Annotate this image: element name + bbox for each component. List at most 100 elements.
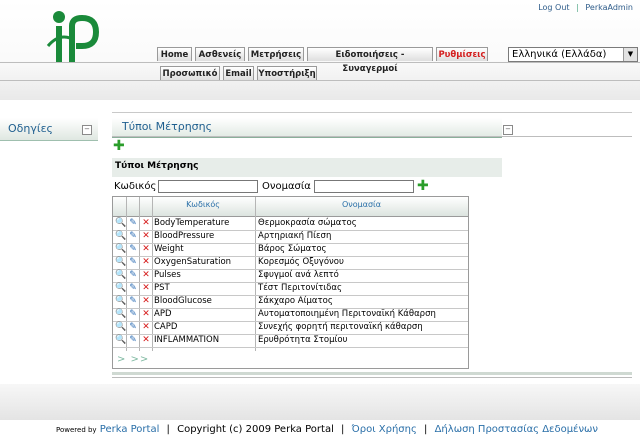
logout-link[interactable]: Log Out — [538, 3, 569, 12]
edit-icon[interactable]: ✎ — [128, 218, 138, 228]
code-cell: BodyTemperature — [154, 218, 230, 228]
top-links-separator: | — [576, 3, 579, 12]
pager-next[interactable]: > >> — [117, 354, 149, 365]
column-header-code[interactable]: Κωδικός — [153, 200, 253, 209]
code-cell: Pulses — [154, 270, 181, 280]
view-icon[interactable]: 🔍 — [115, 283, 126, 293]
footer-band — [0, 384, 640, 420]
table-row: 🔍 ✎ ✕ CAPD Συνεχής φορητή περιτοναϊκή κάθαρσ… — [113, 321, 468, 335]
edit-icon[interactable]: ✎ — [128, 283, 138, 293]
perka-portal-link[interactable]: Perka Portal — [100, 424, 160, 435]
name-cell: Ερυθρότητα Στομίου — [258, 335, 348, 345]
view-icon[interactable]: 🔍 — [115, 322, 126, 332]
terms-of-use-link[interactable]: Όροι Χρήσης — [352, 424, 417, 435]
delete-icon[interactable]: ✕ — [141, 231, 151, 241]
content-panel-title: Τύποι Μέτρησης — [122, 120, 213, 133]
name-cell: Συνεχής φορητή περιτοναϊκή κάθαρση — [258, 322, 423, 332]
code-cell: Weight — [154, 244, 184, 254]
language-select[interactable]: Ελληνικά (Ελλάδα) ▼ — [508, 47, 638, 62]
add-measurement-type-icon[interactable]: ✚ — [113, 139, 125, 153]
copyright-text: Copyright (c) 2009 Perka Portal — [177, 424, 334, 435]
view-icon[interactable]: 🔍 — [115, 244, 126, 254]
delete-icon[interactable]: ✕ — [141, 218, 151, 228]
delete-icon[interactable]: ✕ — [141, 335, 151, 345]
edit-icon[interactable]: ✎ — [128, 270, 138, 280]
name-cell: Τέστ Περιτονίτιδας — [258, 283, 342, 293]
table-row: 🔍 ✎ ✕ Weight Βάρος Σώματος — [113, 243, 468, 257]
name-cell: Κορεσμός Οξυγόνου — [258, 257, 344, 267]
apply-filter-icon[interactable]: ✚ — [417, 179, 429, 193]
filter-section-title: Τύποι Μέτρησης — [115, 161, 199, 171]
tab-support[interactable]: Υποστήριξη — [257, 66, 317, 80]
edit-icon[interactable]: ✎ — [128, 244, 138, 254]
powered-by-label: Powered by — [56, 426, 97, 434]
collapse-icon[interactable]: − — [503, 125, 513, 135]
code-cell: BloodPressure — [154, 231, 215, 241]
edit-icon[interactable]: ✎ — [128, 309, 138, 319]
name-cell: Σάκχαρο Αίματος — [258, 296, 333, 306]
privacy-statement-link[interactable]: Δήλωση Προστασίας Δεδομένων — [435, 424, 598, 435]
measurement-types-table: Κωδικός Ονομασία 🔍 ✎ ✕ BodyTemperature Θερμο… — [112, 196, 469, 369]
content-bottom-bar — [112, 372, 632, 375]
view-icon[interactable]: 🔍 — [115, 270, 126, 280]
delete-icon[interactable]: ✕ — [141, 322, 151, 332]
code-cell: BloodGlucose — [154, 296, 212, 306]
code-cell: PST — [154, 283, 170, 293]
delete-icon[interactable]: ✕ — [141, 283, 151, 293]
table-row: 🔍 ✎ ✕ BodyTemperature Θερμοκρασία σώματος — [113, 217, 468, 231]
code-filter-label: Κωδικός — [114, 181, 157, 192]
edit-icon[interactable]: ✎ — [128, 257, 138, 267]
name-cell: Σφυγμοί ανά λεπτό — [258, 270, 339, 280]
header: Log Out | PerkaAdmin Home Ασθενείς Μετρή… — [0, 0, 640, 100]
top-links: Log Out | PerkaAdmin — [538, 3, 633, 12]
name-filter-label: Ονομασία — [262, 181, 311, 192]
view-icon[interactable]: 🔍 — [115, 296, 126, 306]
collapse-icon[interactable]: − — [82, 125, 92, 135]
perka-logo — [46, 11, 100, 62]
table-row: 🔍 ✎ ✕ INFLAMMATION Ερυθρότητα Στομίου — [113, 334, 468, 348]
delete-icon[interactable]: ✕ — [141, 309, 151, 319]
table-row: 🔍 ✎ ✕ Pulses Σφυγμοί ανά λεπτό — [113, 269, 468, 283]
view-icon[interactable]: 🔍 — [115, 257, 126, 267]
name-cell: Βάρος Σώματος — [258, 244, 327, 254]
edit-icon[interactable]: ✎ — [128, 322, 138, 332]
tab-staff[interactable]: Προσωπικό — [160, 66, 220, 80]
instructions-panel-header: Οδηγίες − — [0, 118, 98, 141]
delete-icon[interactable]: ✕ — [141, 244, 151, 254]
view-icon[interactable]: 🔍 — [115, 231, 126, 241]
name-cell: Αρτηριακή Πίεση — [258, 231, 332, 241]
footer-text: Powered by Perka Portal | Copyright (c) … — [56, 424, 598, 435]
filter-section-header: Τύποι Μέτρησης — [112, 158, 502, 177]
name-filter-input[interactable] — [314, 180, 414, 193]
delete-icon[interactable]: ✕ — [141, 257, 151, 267]
language-select-value: Ελληνικά (Ελλάδα) — [512, 49, 607, 60]
tab-settings[interactable]: Ρυθμίσεις — [436, 47, 488, 61]
edit-icon[interactable]: ✎ — [128, 231, 138, 241]
edit-icon[interactable]: ✎ — [128, 296, 138, 306]
code-cell: OxygenSaturation — [154, 257, 232, 267]
delete-icon[interactable]: ✕ — [141, 270, 151, 280]
edit-icon[interactable]: ✎ — [128, 335, 138, 345]
chevron-down-icon[interactable]: ▼ — [623, 48, 637, 61]
tab-home[interactable]: Home — [157, 47, 192, 61]
tab-notifications-alarms[interactable]: Ειδοποιήσεις - Συναγερμοί — [307, 47, 433, 74]
view-icon[interactable]: 🔍 — [115, 218, 126, 228]
tab-patients[interactable]: Ασθενείς — [195, 47, 245, 61]
footer-separator: | — [424, 424, 428, 435]
code-cell: APD — [154, 309, 172, 319]
view-icon[interactable]: 🔍 — [115, 335, 126, 345]
name-cell: Αυτοματοποιημένη Περιτοναϊκή Κάθαρση — [258, 309, 436, 319]
code-cell: INFLAMMATION — [154, 335, 220, 345]
table-row: 🔍 ✎ ✕ OxygenSaturation Κορεσμός Οξυγόνου — [113, 256, 468, 270]
delete-icon[interactable]: ✕ — [141, 296, 151, 306]
tab-email[interactable]: Email — [223, 66, 254, 80]
table-header: Κωδικός Ονομασία — [113, 197, 468, 217]
tab-measurements[interactable]: Μετρήσεις — [248, 47, 304, 61]
current-user-link[interactable]: PerkaAdmin — [585, 3, 633, 12]
table-row: 🔍 ✎ ✕ BloodGlucose Σάκχαρο Αίματος — [113, 295, 468, 309]
code-filter-input[interactable] — [158, 180, 258, 193]
column-header-name[interactable]: Ονομασία — [255, 200, 468, 209]
content-bottom-divider — [112, 377, 632, 378]
view-icon[interactable]: 🔍 — [115, 309, 126, 319]
table-row: 🔍 ✎ ✕ APD Αυτοματοποιημένη Περιτοναϊκή Κάθαρ… — [113, 308, 468, 322]
